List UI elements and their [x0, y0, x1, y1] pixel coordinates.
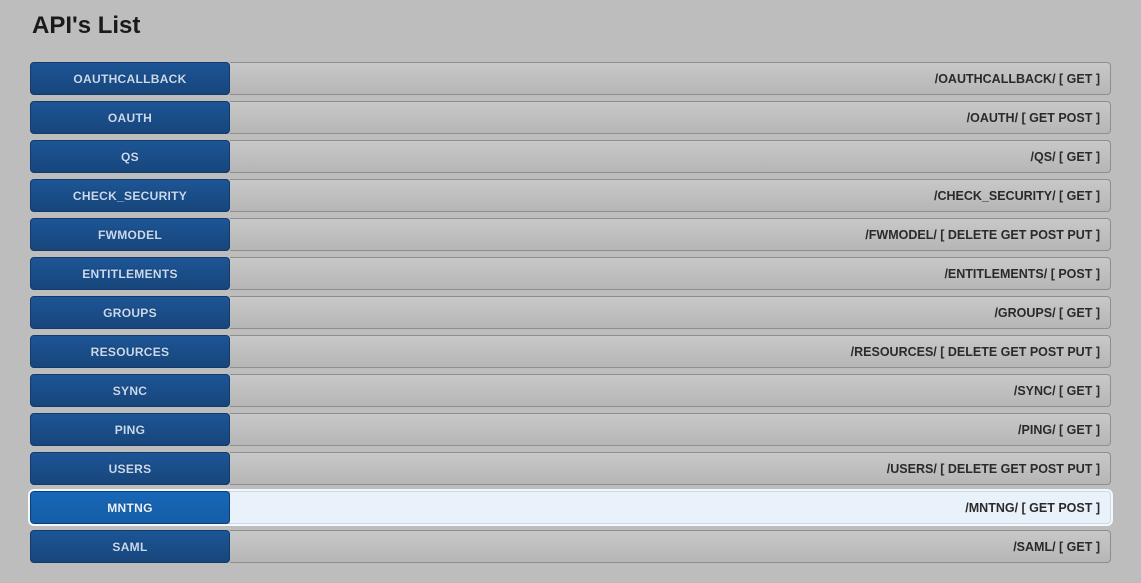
api-path-cell[interactable]: /PING/ [ GET ] [230, 413, 1111, 446]
api-path-text: /OAUTHCALLBACK/ [ GET ] [935, 72, 1100, 86]
api-name-badge[interactable]: QS [30, 140, 230, 173]
api-row[interactable]: MNTNG/MNTNG/ [ GET POST ] [30, 491, 1111, 524]
api-path-text: /SAML/ [ GET ] [1013, 540, 1100, 554]
api-row[interactable]: QS/QS/ [ GET ] [30, 140, 1111, 173]
api-path-cell[interactable]: /QS/ [ GET ] [230, 140, 1111, 173]
api-path-cell[interactable]: /SAML/ [ GET ] [230, 530, 1111, 563]
api-row[interactable]: RESOURCES/RESOURCES/ [ DELETE GET POST P… [30, 335, 1111, 368]
api-path-text: /PING/ [ GET ] [1018, 423, 1100, 437]
api-name-badge[interactable]: OAUTH [30, 101, 230, 134]
api-row[interactable]: OAUTH/OAUTH/ [ GET POST ] [30, 101, 1111, 134]
page-title: API's List [32, 12, 1111, 40]
api-name-badge[interactable]: PING [30, 413, 230, 446]
api-row[interactable]: USERS/USERS/ [ DELETE GET POST PUT ] [30, 452, 1111, 485]
api-path-cell[interactable]: /SYNC/ [ GET ] [230, 374, 1111, 407]
api-name-badge[interactable]: USERS [30, 452, 230, 485]
api-row[interactable]: FWMODEL/FWMODEL/ [ DELETE GET POST PUT ] [30, 218, 1111, 251]
api-path-cell[interactable]: /OAUTH/ [ GET POST ] [230, 101, 1111, 134]
api-name-badge[interactable]: ENTITLEMENTS [30, 257, 230, 290]
api-path-text: /RESOURCES/ [ DELETE GET POST PUT ] [851, 345, 1100, 359]
api-row[interactable]: PING/PING/ [ GET ] [30, 413, 1111, 446]
api-row[interactable]: OAUTHCALLBACK/OAUTHCALLBACK/ [ GET ] [30, 62, 1111, 95]
api-path-cell[interactable]: /MNTNG/ [ GET POST ] [230, 491, 1111, 524]
api-row[interactable]: SYNC/SYNC/ [ GET ] [30, 374, 1111, 407]
api-name-badge[interactable]: SAML [30, 530, 230, 563]
api-row[interactable]: ENTITLEMENTS/ENTITLEMENTS/ [ POST ] [30, 257, 1111, 290]
api-row[interactable]: GROUPS/GROUPS/ [ GET ] [30, 296, 1111, 329]
api-path-cell[interactable]: /CHECK_SECURITY/ [ GET ] [230, 179, 1111, 212]
api-path-cell[interactable]: /FWMODEL/ [ DELETE GET POST PUT ] [230, 218, 1111, 251]
api-path-text: /QS/ [ GET ] [1031, 150, 1100, 164]
api-path-text: /MNTNG/ [ GET POST ] [965, 501, 1100, 515]
api-path-text: /USERS/ [ DELETE GET POST PUT ] [887, 462, 1100, 476]
api-path-cell[interactable]: /OAUTHCALLBACK/ [ GET ] [230, 62, 1111, 95]
api-name-badge[interactable]: SYNC [30, 374, 230, 407]
api-path-text: /SYNC/ [ GET ] [1014, 384, 1100, 398]
api-path-cell[interactable]: /GROUPS/ [ GET ] [230, 296, 1111, 329]
api-name-badge[interactable]: CHECK_SECURITY [30, 179, 230, 212]
api-name-badge[interactable]: FWMODEL [30, 218, 230, 251]
api-row[interactable]: CHECK_SECURITY/CHECK_SECURITY/ [ GET ] [30, 179, 1111, 212]
api-name-badge[interactable]: RESOURCES [30, 335, 230, 368]
api-name-badge[interactable]: MNTNG [30, 491, 230, 524]
api-path-cell[interactable]: /ENTITLEMENTS/ [ POST ] [230, 257, 1111, 290]
api-row[interactable]: SAML/SAML/ [ GET ] [30, 530, 1111, 563]
api-path-cell[interactable]: /RESOURCES/ [ DELETE GET POST PUT ] [230, 335, 1111, 368]
api-path-text: /GROUPS/ [ GET ] [994, 306, 1100, 320]
api-path-text: /FWMODEL/ [ DELETE GET POST PUT ] [865, 228, 1100, 242]
api-path-text: /CHECK_SECURITY/ [ GET ] [934, 189, 1100, 203]
page: API's List OAUTHCALLBACK/OAUTHCALLBACK/ … [0, 0, 1141, 583]
api-path-text: /OAUTH/ [ GET POST ] [967, 111, 1100, 125]
api-list: OAUTHCALLBACK/OAUTHCALLBACK/ [ GET ]OAUT… [30, 62, 1111, 563]
api-path-text: /ENTITLEMENTS/ [ POST ] [944, 267, 1100, 281]
api-path-cell[interactable]: /USERS/ [ DELETE GET POST PUT ] [230, 452, 1111, 485]
api-name-badge[interactable]: OAUTHCALLBACK [30, 62, 230, 95]
api-name-badge[interactable]: GROUPS [30, 296, 230, 329]
